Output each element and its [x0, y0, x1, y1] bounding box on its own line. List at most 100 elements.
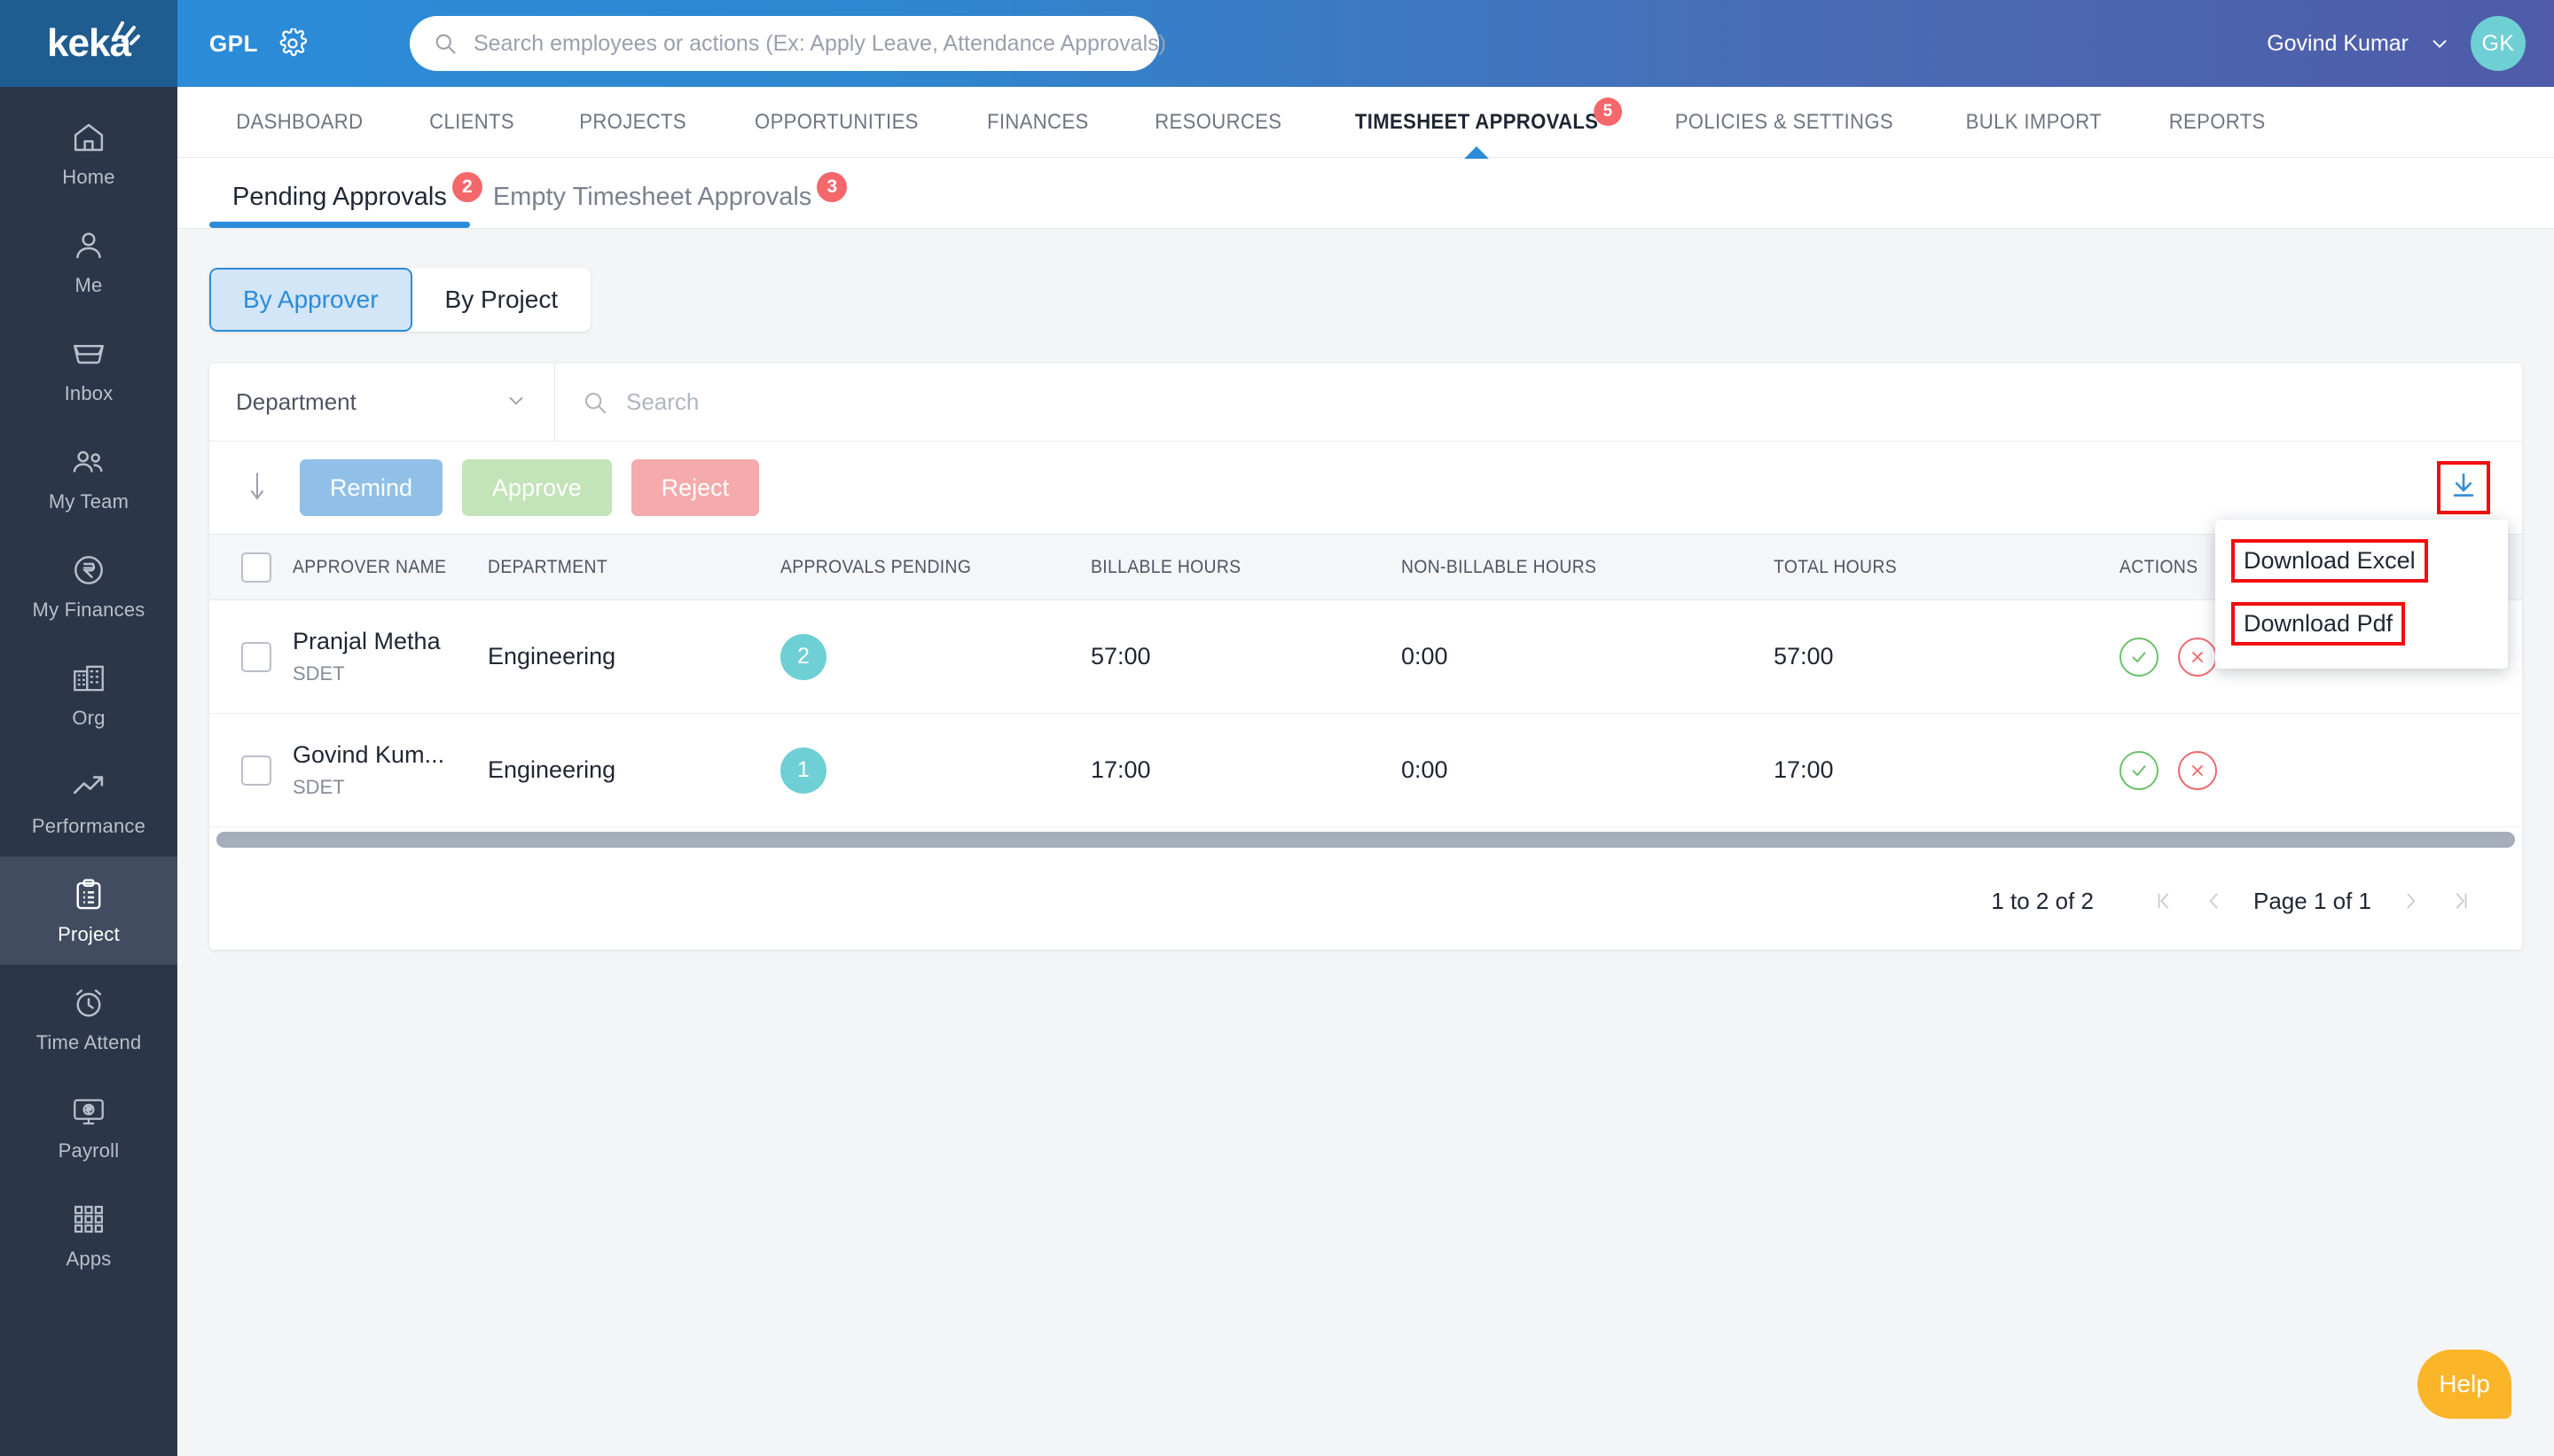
- download-button[interactable]: [2437, 461, 2490, 514]
- x-circle-icon[interactable]: [2178, 750, 2217, 790]
- nav-tab-opportunities[interactable]: OPPORTUNITIES: [729, 87, 945, 158]
- nav-tab-resources[interactable]: RESOURCES: [1129, 87, 1308, 158]
- column-header-non-billable-hours[interactable]: NON-BILLABLE HOURS: [1401, 534, 1774, 600]
- total-hours-cell: 57:00: [1774, 599, 2119, 714]
- sidebar-item-project[interactable]: Project: [0, 857, 177, 965]
- active-sub-tab-underline: [209, 222, 470, 228]
- segment-by-project[interactable]: By Project: [411, 268, 591, 332]
- row-spacer-cell: [2386, 713, 2522, 827]
- sidebar-item-payroll[interactable]: Payroll: [0, 1073, 177, 1181]
- column-header-department[interactable]: DEPARTMENT: [488, 534, 780, 600]
- non-billable-hours-cell: 0:00: [1401, 713, 1774, 827]
- approver-name: Pranjal Metha: [293, 627, 441, 654]
- nav-tab-label: PROJECTS: [579, 109, 686, 134]
- table-header: APPROVER NAME DEPARTMENT APPROVALS PENDI…: [209, 534, 2522, 600]
- check-circle-icon[interactable]: [2119, 637, 2158, 677]
- filter-row: Department Search: [209, 363, 2522, 442]
- nav-tab-policies-settings[interactable]: POLICIES & SETTINGS: [1649, 87, 1920, 158]
- approvals-pending-cell: 1: [780, 713, 1091, 827]
- table-row[interactable]: Govind Kum... SDET Engineering 1 17:00 0:00 17…: [209, 713, 2522, 827]
- nav-tab-projects[interactable]: PROJECTS: [553, 87, 713, 158]
- horizontal-scrollbar-thumb[interactable]: [216, 832, 2515, 848]
- sidebar-item-label: My Finances: [32, 598, 145, 621]
- department-cell: Engineering: [488, 599, 780, 714]
- row-select-cell: [209, 713, 293, 827]
- sidebar-item-my-finances[interactable]: My Finances: [0, 532, 177, 640]
- column-header-approvals-pending[interactable]: APPROVALS PENDING: [780, 534, 1091, 600]
- approvals-pending-badge: 1: [780, 747, 827, 794]
- last-page-icon[interactable]: [2435, 876, 2485, 926]
- check-circle-icon[interactable]: [2119, 750, 2158, 790]
- grid-dots-icon: [70, 1201, 107, 1238]
- department-filter-label: Department: [236, 388, 356, 415]
- sidebar-item-performance[interactable]: Performance: [0, 748, 177, 857]
- sidebar-item-org[interactable]: Org: [0, 640, 177, 748]
- active-tab-caret-icon: [1464, 145, 1489, 159]
- sidebar-item-time-attend[interactable]: Time Attend: [0, 965, 177, 1073]
- next-page-icon[interactable]: [2386, 876, 2435, 926]
- bulk-actions-bar: Remind Approve Reject Download Excel Dow…: [209, 442, 2522, 669]
- approvals-card: Department Search Remind Approve Reject …: [209, 363, 2522, 950]
- pagination-page-label: Page 1 of 1: [2253, 887, 2371, 914]
- sidebar-item-my-team[interactable]: My Team: [0, 424, 177, 532]
- user-menu[interactable]: Govind Kumar GK: [2267, 16, 2526, 71]
- department-filter-select[interactable]: Department: [209, 363, 555, 442]
- remind-button[interactable]: Remind: [300, 459, 443, 516]
- nav-tab-bulk-import[interactable]: BULK IMPORT: [1939, 87, 2127, 158]
- approver-name-cell: Govind Kum... SDET: [293, 713, 488, 827]
- nav-tab-clients[interactable]: CLIENTS: [403, 87, 540, 158]
- sub-tab-empty-timesheet-approvals[interactable]: Empty Timesheet Approvals 3: [470, 172, 848, 228]
- horizontal-scrollbar[interactable]: [209, 827, 2522, 852]
- nav-tab-timesheet-approvals[interactable]: TIMESHEET APPROVALS 5: [1329, 87, 1625, 159]
- column-header-total-hours[interactable]: TOTAL HOURS: [1774, 534, 2119, 600]
- sidebar-item-label: Project: [58, 922, 120, 945]
- sidebar-item-home[interactable]: Home: [0, 99, 177, 207]
- table-search-placeholder: Search: [626, 388, 700, 415]
- sidebar-item-me[interactable]: Me: [0, 207, 177, 316]
- segment-label: By Approver: [243, 286, 379, 313]
- select-all-checkbox[interactable]: [241, 552, 271, 583]
- approve-button[interactable]: Approve: [462, 459, 612, 516]
- x-circle-icon[interactable]: [2178, 637, 2217, 677]
- row-checkbox[interactable]: [241, 755, 271, 786]
- reject-button[interactable]: Reject: [631, 459, 760, 516]
- sidebar-item-label: Performance: [31, 814, 146, 837]
- non-billable-hours-cell: 0:00: [1401, 599, 1774, 714]
- sub-tab-label: Empty Timesheet Approvals: [492, 183, 812, 211]
- sidebar-item-apps[interactable]: Apps: [0, 1181, 177, 1289]
- download-pdf-menu-item[interactable]: Download Pdf: [2231, 602, 2406, 646]
- rupee-circle-icon: [70, 552, 107, 589]
- org-code-label: GPL: [209, 29, 258, 57]
- approvals-table: APPROVER NAME DEPARTMENT APPROVALS PENDI…: [209, 534, 2522, 827]
- department-cell: Engineering: [488, 713, 780, 827]
- chevron-down-icon[interactable]: [2428, 32, 2451, 55]
- approver-name-cell: Pranjal Metha SDET: [293, 599, 488, 714]
- nav-tab-reports[interactable]: REPORTS: [2143, 87, 2292, 158]
- inbox-tray-icon: [70, 335, 107, 372]
- prev-page-icon[interactable]: [2190, 876, 2239, 926]
- first-page-icon[interactable]: [2140, 876, 2190, 926]
- nav-tab-finances[interactable]: FINANCES: [960, 87, 1114, 158]
- column-header-approver-name[interactable]: APPROVER NAME: [293, 534, 488, 600]
- people-group-icon: [70, 443, 107, 481]
- billable-hours-cell: 17:00: [1091, 713, 1401, 827]
- sub-tab-pending-approvals[interactable]: Pending Approvals 2: [209, 172, 482, 228]
- sub-tab-badge: 3: [817, 172, 848, 202]
- keka-logo[interactable]: keka: [0, 0, 177, 87]
- sidebar-item-inbox[interactable]: Inbox: [0, 316, 177, 424]
- column-header-billable-hours[interactable]: BILLABLE HOURS: [1091, 534, 1401, 600]
- nav-tab-label: CLIENTS: [428, 109, 514, 134]
- row-checkbox[interactable]: [241, 641, 271, 672]
- avatar[interactable]: GK: [2471, 16, 2526, 71]
- help-button[interactable]: Help: [2417, 1350, 2511, 1419]
- global-search-input[interactable]: Search employees or actions (Ex: Apply L…: [409, 16, 1166, 71]
- approver-name: Govind Kum...: [293, 740, 445, 768]
- select-all-header: [209, 534, 293, 600]
- download-excel-menu-item[interactable]: Download Excel: [2231, 539, 2428, 583]
- table-row[interactable]: Pranjal Metha SDET Engineering 2 57:00 0:00 57…: [209, 599, 2522, 714]
- sidebar-item-label: Payroll: [58, 1139, 120, 1162]
- nav-tab-dashboard[interactable]: DASHBOARD: [210, 87, 389, 158]
- segment-by-approver[interactable]: By Approver: [209, 268, 412, 332]
- gear-icon[interactable]: [278, 28, 308, 59]
- table-search-input[interactable]: Search: [555, 364, 2522, 442]
